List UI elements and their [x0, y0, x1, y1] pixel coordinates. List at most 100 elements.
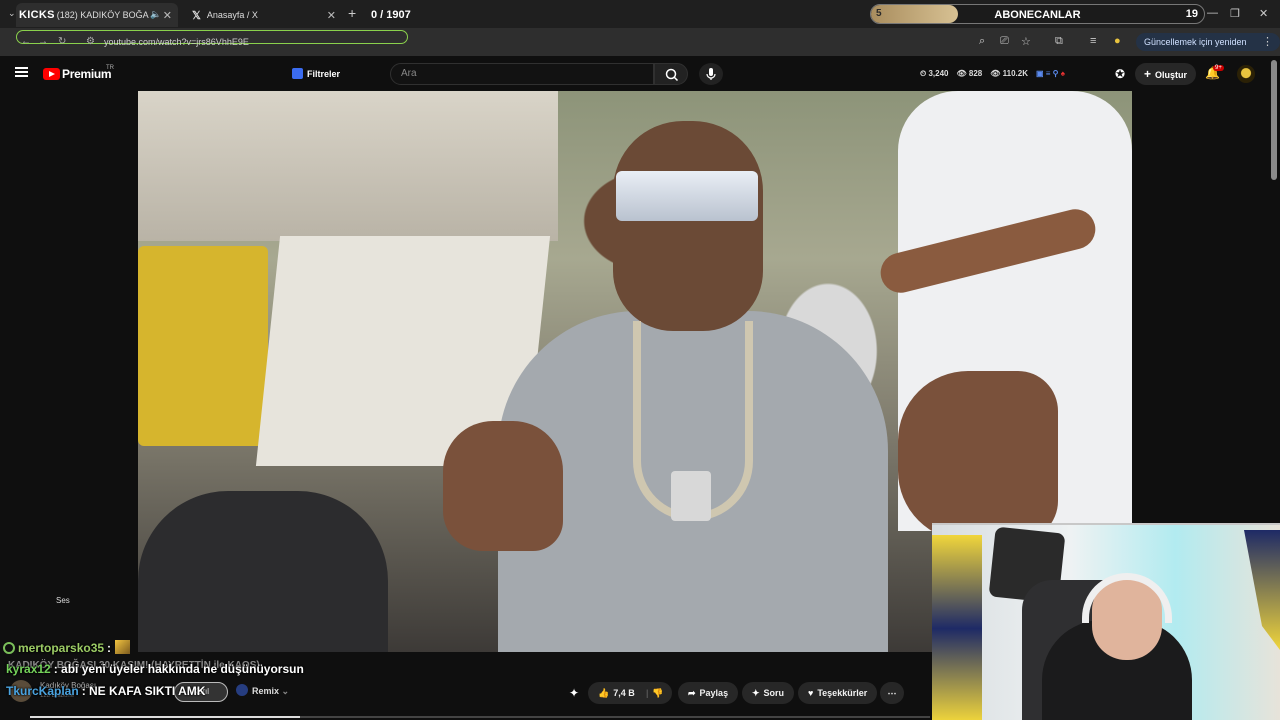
country-code: TR [106, 65, 114, 71]
hamburger-menu-icon[interactable] [15, 67, 28, 77]
search-button[interactable] [654, 63, 688, 85]
chat-username: TkurcKaplan [6, 684, 79, 698]
ai-sparkle-icon[interactable]: ✦ [569, 686, 579, 700]
ask-label: Soru [763, 688, 785, 698]
reload-icon[interactable]: ↻ [58, 36, 66, 47]
extension-stats: ⏲ 3,240 👁 828 👁 110.2K ▣ ≡ ⚲ ♠ [920, 69, 1065, 79]
tab-label: Anasayfa / X [206, 10, 258, 20]
tab-label: (182) KADIKÖY BOĞASI 30 ... [56, 10, 149, 20]
stat-2: 👁 828 [956, 69, 983, 78]
voice-search-button[interactable] [699, 63, 723, 85]
dislike-icon[interactable]: 👎 [652, 682, 663, 704]
chat-emote-icon [115, 640, 131, 654]
progress-fill [30, 716, 300, 718]
gaming-icon[interactable]: ✪ [1115, 67, 1125, 81]
subscriber-goal-bar: 5 ABONECANLAR 19 [870, 4, 1205, 24]
plus-icon: + [1144, 67, 1152, 81]
new-tab-plus-icon[interactable]: + [348, 5, 356, 21]
video-scene-sofa [138, 246, 268, 446]
video-scene-sunglasses [616, 171, 758, 221]
share-button[interactable]: ➦ Paylaş [678, 682, 739, 704]
goal-label: ABONECANLAR [994, 9, 1081, 21]
account-avatar[interactable] [1237, 65, 1255, 83]
tab-x-home[interactable]: 𝕏 Anasayfa / X ✕ [186, 3, 342, 27]
chat-message: kyrax12: abi yeni üyeler hakkında ne düş… [6, 662, 304, 676]
url-text[interactable]: youtube.com/watch?v=jrs86VhhE9E [104, 37, 249, 47]
webcam-overlay [932, 523, 1280, 720]
youtube-brand[interactable]: Premium [62, 67, 112, 81]
chevron-down-icon: ⌄ [281, 686, 290, 696]
webcam-scarf [932, 535, 982, 720]
forward-icon[interactable]: → [38, 36, 48, 47]
tab-list-chevron-icon[interactable]: ⌄ [8, 8, 16, 19]
back-icon[interactable]: ← [21, 36, 31, 47]
tab-audio-icon[interactable]: 🔈 [150, 9, 161, 20]
create-label: Oluştur [1155, 70, 1188, 80]
like-icon[interactable]: 👍 [598, 688, 609, 698]
stat-3: 👁 110.2K [990, 69, 1028, 78]
cast-icon[interactable]: ⎚ [1000, 35, 1009, 48]
youtube-header: Premium TR Filtreler ⏲ 3,240 👁 828 👁 110… [0, 56, 1280, 92]
remix-label: Remix [252, 686, 280, 696]
goal-end-value: 19 [1185, 8, 1198, 20]
share-icon: ➦ [688, 688, 696, 698]
tab-close-icon[interactable]: ✕ [327, 9, 336, 22]
search-icon [665, 68, 679, 82]
progress-track[interactable] [30, 716, 930, 718]
video-scene-chair [138, 491, 388, 652]
restore-icon[interactable]: ❐ [1230, 7, 1240, 20]
tab-close-icon[interactable]: ✕ [163, 9, 172, 22]
chat-message: mertoparsko35: [3, 640, 131, 655]
ext-icons[interactable]: ▣ ≡ ⚲ ♠ [1036, 69, 1065, 79]
menu-kebab-icon[interactable]: ⋮ [1262, 35, 1273, 48]
remix-button[interactable]: Remix ⌄ [236, 684, 289, 697]
bookmark-star-icon[interactable]: ☆ [1021, 35, 1031, 48]
microphone-icon [706, 68, 716, 80]
stat-1: ⏲ 3,240 [920, 69, 949, 78]
share-label: Paylaş [699, 688, 729, 698]
like-dislike-group: 👍 7,4 B | 👎 [588, 682, 672, 704]
chat-text: : NE KAFA SIKTI AMK [81, 684, 206, 698]
chat-username: kyrax12 [6, 662, 51, 676]
extensions-icon[interactable]: ⧉ [1055, 35, 1063, 48]
page-scrollbar[interactable] [1271, 60, 1277, 180]
ask-button[interactable]: ✦ Soru [742, 682, 795, 704]
minimize-icon[interactable]: — [1207, 7, 1218, 19]
thanks-icon: ♥ [808, 688, 814, 698]
address-bar-row: ← → ↻ ⚙ youtube.com/watch?v=jrs86VhhE9E … [0, 28, 1280, 65]
chat-message: TkurcKaplan: NE KAFA SIKTI AMK [6, 684, 205, 698]
tab-kicks-video[interactable]: KICKS (182) KADIKÖY BOĞASI 30 ... 🔈 ✕ [16, 3, 178, 27]
youtube-logo-icon[interactable] [43, 68, 60, 80]
window-close-icon[interactable]: ✕ [1259, 7, 1268, 20]
like-count[interactable]: 7,4 B [613, 688, 635, 698]
chat-text: : abi yeni üyeler hakkında ne düşünüyors… [53, 662, 304, 676]
tab-counter: 0 / 1907 [371, 9, 411, 21]
video-scene-hand-right [898, 371, 1058, 541]
volume-label: Ses [56, 596, 70, 605]
thanks-button[interactable]: ♥ Teşekkürler [798, 682, 878, 704]
chat-colon: : [107, 641, 112, 655]
remix-icon [236, 684, 248, 696]
filters-button[interactable]: Filtreler [292, 68, 340, 79]
filters-label: Filtreler [307, 69, 341, 79]
browser-tab-strip: ⌄ KICKS (182) KADIKÖY BOĞASI 30 ... 🔈 ✕ … [0, 0, 1280, 28]
create-button[interactable]: + Oluştur [1135, 63, 1197, 85]
tab-prefix: KICKS [19, 9, 55, 21]
notification-count-badge: 9+ [1213, 65, 1224, 71]
sparkle-icon: ✦ [752, 688, 760, 698]
video-scene-pendant [671, 471, 711, 521]
zoom-icon[interactable]: ⌕ [979, 35, 985, 48]
search-box [390, 63, 654, 85]
update-restart-button[interactable]: Güncellemek için yeniden başlat [1136, 33, 1280, 65]
more-dots-icon: ⋯ [887, 688, 897, 698]
search-input[interactable] [401, 68, 641, 79]
divider: | [646, 688, 649, 698]
more-actions-button[interactable]: ⋯ [880, 682, 904, 704]
media-control-icon[interactable]: ≡ [1090, 35, 1096, 47]
profile-icon[interactable]: ● [1114, 35, 1121, 47]
webcam-pennant [1244, 530, 1280, 650]
chat-badge-icon [3, 642, 15, 654]
thanks-label: Teşekkürler [817, 688, 868, 698]
filter-icon [292, 68, 303, 79]
site-info-icon[interactable]: ⚙ [86, 36, 95, 47]
